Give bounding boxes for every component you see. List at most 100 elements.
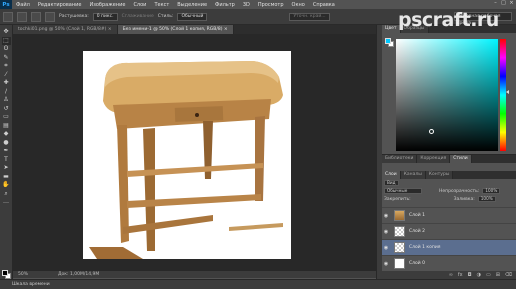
visibility-eye-icon[interactable]: ◉ [382,245,390,251]
layer-thumbnail [394,226,405,237]
color-panel: Цвет Образцы [382,25,516,154]
link-layers-icon[interactable]: ∞ [449,271,453,279]
zoom-level[interactable]: 50% [18,272,28,277]
visibility-eye-icon[interactable]: ◉ [382,229,390,235]
stamp-icon[interactable]: ♙ [2,96,11,104]
layers-footer: ∞ fx ◘ ◑ ▭ ⊞ ⌫ [382,271,516,279]
adjustment-layer-icon[interactable]: ◑ [477,271,481,279]
hue-slider[interactable] [500,39,506,151]
blend-mode-select[interactable]: Обычные [384,188,422,194]
menu-image[interactable]: Изображение [85,2,129,8]
menu-bar: Ps Файл Редактирование Изображение Слои … [0,0,516,9]
tab-paths[interactable]: Контуры [425,171,454,179]
tab-adjustments[interactable]: Коррекция [417,155,451,163]
menu-select[interactable]: Выделение [173,2,211,8]
color-field[interactable] [396,39,498,151]
dodge-icon[interactable]: ● [2,139,11,147]
layer-row[interactable]: ◉ Слой 2 [382,223,516,239]
brush-icon[interactable]: ∕ [2,88,11,96]
folder-icon[interactable]: ▭ [486,271,491,279]
photoshop-logo: Ps [0,0,12,9]
fill-input[interactable]: 100% [477,196,496,202]
maximize-icon[interactable]: □ [501,1,506,6]
layer-kind-filter[interactable]: Вид [384,180,399,186]
eraser-icon[interactable]: ▭ [2,113,11,121]
history-brush-icon[interactable]: ↺ [2,105,11,113]
tab-untitled-1[interactable]: Без имени-1 @ 50% (Слой 1 копия, RGB/8) … [117,25,234,34]
zoom-icon[interactable]: ⌕ [2,190,11,198]
hand-icon[interactable]: ✋ [2,181,11,189]
menu-filter[interactable]: Фильтр [211,2,239,8]
document-size: Док: 1,00M/14,9M [58,272,100,277]
mask-icon[interactable]: ◘ [468,271,472,279]
layer-row-selected[interactable]: ◉ Слой 1 копия [382,239,516,255]
more-tools-icon[interactable]: … [2,198,11,206]
layer-thumbnail [394,210,405,221]
layers-panel-tabs: Слои Каналы Контуры [382,171,516,179]
layer-thumbnail [394,242,405,253]
style-label: Стиль: [157,14,174,19]
move-icon[interactable]: ✥ [2,28,11,36]
menu-layers[interactable]: Слои [129,2,150,8]
layer-name: Слой 1 копия [409,245,441,250]
layer-thumbnail [394,258,405,269]
menu-edit[interactable]: Редактирование [34,2,86,8]
tab-layers[interactable]: Слои [382,171,401,179]
hue-slider-arrow-icon[interactable] [506,90,509,94]
visibility-eye-icon[interactable]: ◉ [382,213,390,219]
document-tabs: tochki01.png @ 50% (Слой 1, RGB/8#) × Бе… [13,25,376,34]
quick-select-icon[interactable]: ✎ [2,54,11,62]
window-controls: – □ × [493,1,514,6]
adjust-panel-tabs: Библиотеки Коррекция Стили [382,155,516,163]
lasso-icon[interactable]: ʘ [2,45,11,53]
blur-icon[interactable]: ◆ [2,130,11,138]
crop-icon[interactable]: ⌗ [2,62,11,70]
marquee-icon[interactable]: ⬚ [1,36,11,45]
fill-label: Заливка: [453,196,475,202]
feather-input[interactable]: 0 пикс. [92,12,118,21]
path-select-icon[interactable]: ➤ [2,164,11,172]
color-picker-handle[interactable] [429,129,434,134]
layer-row[interactable]: ◉ Слой 0 [382,255,516,271]
pen-icon[interactable]: ✒ [2,147,11,155]
timeline-bar[interactable]: Шкала времени [0,279,516,289]
tab-libraries[interactable]: Библиотеки [382,155,418,163]
menu-type[interactable]: Текст [150,2,173,8]
trash-icon[interactable]: ⌫ [505,271,512,279]
layer-name: Слой 1 [409,213,425,218]
menu-help[interactable]: Справка [309,2,339,8]
opacity-input[interactable]: 100% [482,188,501,194]
canvas-area[interactable] [13,34,376,271]
marquee-preset-icon[interactable] [3,11,13,22]
eyedropper-icon[interactable]: ⁄ [2,71,11,79]
tab-styles[interactable]: Стили [450,155,472,163]
document-canvas[interactable] [83,51,291,259]
shape-icon[interactable]: ▬ [2,173,11,181]
layer-row[interactable]: ◉ Слой 1 [382,207,516,223]
subtract-selection-icon[interactable] [45,11,55,22]
new-selection-icon[interactable] [17,11,27,22]
status-bar: 50% Док: 1,00M/14,9M [13,271,376,278]
close-icon[interactable]: × [509,1,514,6]
refine-edge-button[interactable]: Уточн. край... [289,12,330,21]
foreground-color-swatch[interactable] [2,270,8,276]
new-layer-icon[interactable]: ⊞ [496,271,500,279]
fx-icon[interactable]: fx [458,271,463,279]
healing-icon[interactable]: ✚ [2,79,11,87]
color-fg-swatch[interactable] [385,38,391,44]
layer-filter-row: Вид [382,179,516,187]
menu-window[interactable]: Окно [288,2,309,8]
menu-view[interactable]: Просмотр [254,2,288,8]
menu-file[interactable]: Файл [12,2,34,8]
gradient-icon[interactable]: ▤ [2,122,11,130]
tab-tochki01[interactable]: tochki01.png @ 50% (Слой 1, RGB/8#) × [13,25,118,34]
add-selection-icon[interactable] [31,11,41,22]
type-icon[interactable]: T [2,156,11,164]
visibility-eye-icon[interactable]: ◉ [382,261,390,267]
menu-3d[interactable]: 3D [239,2,254,8]
antialias-checkbox[interactable]: Сглаживание [122,14,154,19]
style-select[interactable]: Обычный [177,12,208,21]
minimize-icon[interactable]: – [493,1,498,6]
tab-channels[interactable]: Каналы [400,171,426,179]
lock-row: Закрепить: Заливка: 100% [382,195,516,203]
